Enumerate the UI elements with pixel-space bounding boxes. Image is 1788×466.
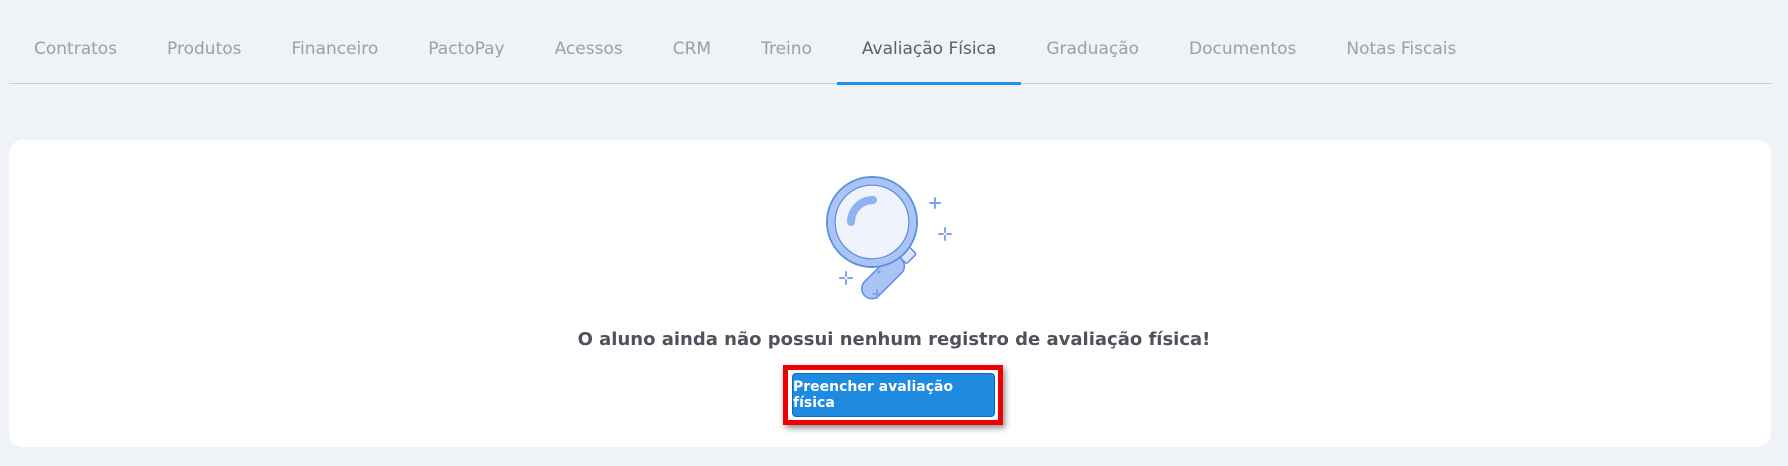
tab-contratos[interactable]: Contratos bbox=[9, 0, 142, 83]
fill-physical-assessment-button[interactable]: Preencher avaliação física bbox=[792, 373, 995, 417]
tab-label: PactoPay bbox=[428, 38, 505, 59]
tab-crm[interactable]: CRM bbox=[648, 0, 736, 83]
tab-financeiro[interactable]: Financeiro bbox=[267, 0, 404, 83]
tab-label: Treino bbox=[761, 38, 812, 59]
empty-state-message: O aluno ainda não possui nenhum registro… bbox=[577, 329, 1211, 350]
tab-graduacao[interactable]: Graduação bbox=[1021, 0, 1164, 83]
tab-produtos[interactable]: Produtos bbox=[142, 0, 266, 83]
tab-documentos[interactable]: Documentos bbox=[1164, 0, 1321, 83]
tab-label: Contratos bbox=[34, 38, 118, 59]
tab-label: CRM bbox=[672, 38, 712, 59]
magnifying-glass-icon bbox=[819, 168, 969, 308]
tab-acessos[interactable]: Acessos bbox=[530, 0, 648, 83]
tab-notas-fiscais[interactable]: Notas Fiscais bbox=[1321, 0, 1481, 83]
tab-label: Notas Fiscais bbox=[1346, 38, 1457, 59]
tab-pactopay[interactable]: PactoPay bbox=[403, 0, 529, 83]
tab-label: Produtos bbox=[167, 38, 242, 59]
tab-avaliacao-fisica[interactable]: Avaliação Física bbox=[836, 0, 1022, 85]
tab-treino[interactable]: Treino bbox=[736, 0, 837, 83]
tab-label: Financeiro bbox=[291, 38, 379, 59]
tab-label: Avaliação Física bbox=[861, 38, 997, 59]
tab-label: Graduação bbox=[1046, 38, 1140, 59]
tab-label: Acessos bbox=[554, 38, 623, 59]
tab-bar: Contratos Produtos Financeiro PactoPay A… bbox=[9, 0, 1771, 85]
tab-label: Documentos bbox=[1189, 38, 1297, 59]
